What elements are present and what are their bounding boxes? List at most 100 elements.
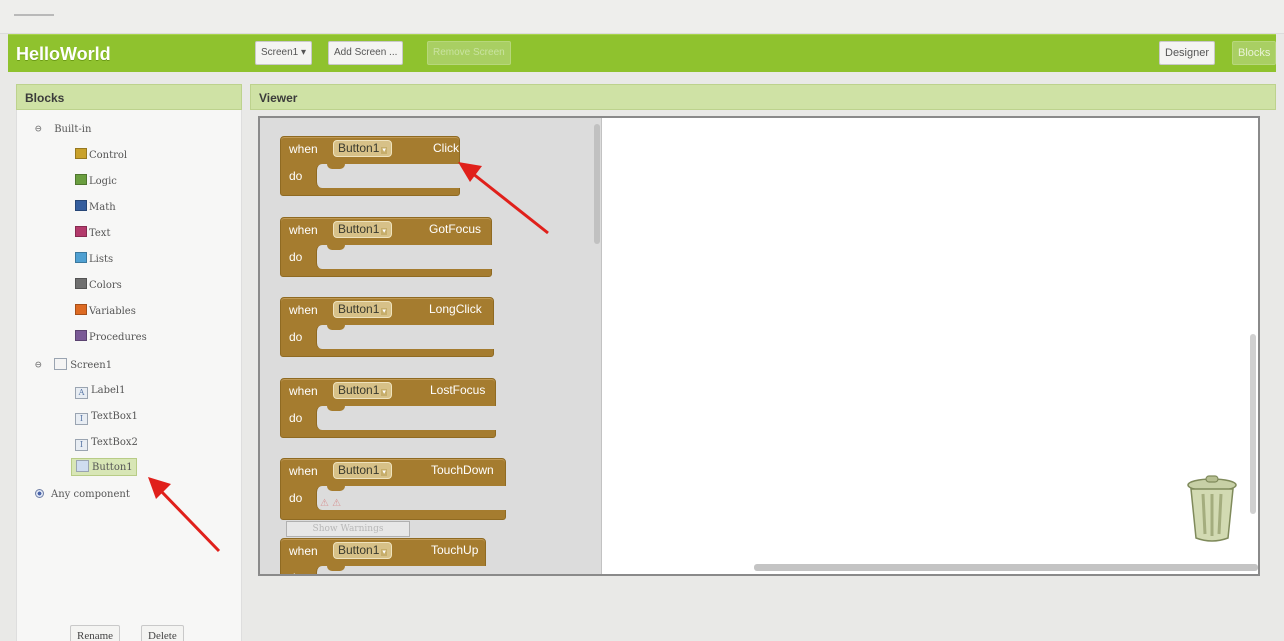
when-keyword: when [289, 544, 318, 558]
delete-button[interactable]: Delete [141, 625, 184, 641]
dropdown-arrow-icon: ▾ [381, 147, 387, 154]
designer-button[interactable]: Designer [1159, 41, 1216, 65]
component-dropdown[interactable]: Button1 ▾ [333, 382, 392, 399]
event-name: Click [433, 141, 459, 155]
collapse-icon[interactable]: ⊖ [35, 356, 45, 374]
event-name: TouchDown [431, 463, 494, 477]
do-keyword: do [289, 571, 302, 574]
control-color-icon [75, 148, 87, 159]
any-component-label: Any component [51, 489, 130, 500]
drawer-label: Text [89, 228, 111, 239]
drawer-variables[interactable]: Variables [75, 303, 136, 321]
project-title: HelloWorld [16, 44, 111, 64]
when-keyword: when [289, 142, 318, 156]
textbox-component-icon: I [75, 439, 88, 451]
component-dropdown[interactable]: Button1 ▾ [333, 542, 392, 559]
trash-can-icon[interactable] [1184, 474, 1240, 544]
radio-icon [35, 489, 44, 498]
dropdown-value: Button1 [338, 383, 380, 397]
dropdown-arrow-icon: ▾ [381, 549, 387, 556]
when-keyword: when [289, 303, 318, 317]
button-component-icon [76, 460, 89, 472]
statement-slot[interactable] [316, 164, 460, 188]
math-color-icon [75, 200, 87, 211]
when-keyword: when [289, 464, 318, 478]
workspace-vertical-scrollbar[interactable] [1250, 334, 1256, 514]
component-name: TextBox1 [91, 411, 138, 422]
dropdown-value: Button1 [338, 463, 380, 477]
tree-builtin[interactable]: ⊖ Built-in [35, 120, 91, 138]
drawer-lists[interactable]: Lists [75, 251, 113, 269]
drawer-label: Logic [89, 176, 117, 187]
workspace-horizontal-scrollbar[interactable] [754, 564, 1258, 571]
statement-slot[interactable] [316, 486, 506, 510]
event-block-touchdown[interactable]: when Button1 ▾ TouchDown do [280, 458, 506, 520]
do-keyword: do [289, 330, 303, 344]
dropdown-arrow-icon: ▾ [381, 469, 387, 476]
do-keyword: do [289, 169, 303, 183]
event-block-lostfocus[interactable]: when Button1 ▾ LostFocus do [280, 378, 496, 438]
event-block-touchup[interactable]: when Button1▾ TouchUp do [280, 538, 486, 574]
browser-top-strip [0, 0, 1284, 34]
component-label1[interactable]: A Label1 [75, 382, 125, 400]
dropdown-arrow-icon: ▾ [381, 228, 387, 235]
procedures-color-icon [75, 330, 87, 341]
top-strip-mark [14, 14, 54, 16]
flyout-scrollbar[interactable] [594, 124, 600, 244]
remove-screen-button[interactable]: Remove Screen [427, 41, 511, 65]
event-block-gotfocus[interactable]: when Button1 ▾ GotFocus do [280, 217, 492, 277]
component-name: Button1 [92, 462, 133, 473]
statement-slot[interactable] [316, 566, 486, 574]
drawer-label: Lists [89, 254, 114, 265]
viewer-panel-header: Viewer [250, 84, 1276, 110]
drawer-control[interactable]: Control [75, 147, 127, 165]
add-screen-button[interactable]: Add Screen ... [328, 41, 404, 65]
rename-button[interactable]: Rename [70, 625, 121, 641]
component-button1[interactable]: Button1 [71, 458, 137, 476]
drawer-math[interactable]: Math [75, 199, 116, 217]
when-keyword: when [289, 384, 318, 398]
blocks-flyout[interactable]: when Button1 ▾ Click do when Button1 ▾ Got… [260, 118, 602, 574]
dropdown-value: Button1 [338, 222, 380, 236]
lists-color-icon [75, 252, 87, 263]
drawer-label: Variables [89, 306, 136, 317]
colors-color-icon [75, 278, 87, 289]
drawer-label: Colors [89, 280, 122, 291]
event-name: LostFocus [430, 383, 486, 397]
drawer-text[interactable]: Text [75, 225, 110, 243]
component-dropdown[interactable]: Button1 ▾ [333, 462, 392, 479]
any-component-item[interactable]: Any component [35, 486, 130, 504]
blocks-panel-header: Blocks [16, 84, 242, 110]
component-textbox2[interactable]: I TextBox2 [75, 434, 138, 452]
event-block-longclick[interactable]: when Button1 ▾ LongClick do [280, 297, 494, 357]
drawer-procedures[interactable]: Procedures [75, 329, 147, 347]
event-name: GotFocus [429, 222, 482, 236]
drawer-colors[interactable]: Colors [75, 277, 122, 295]
statement-slot[interactable] [316, 245, 492, 269]
component-dropdown[interactable]: Button1 ▾ [333, 301, 392, 318]
drawer-label: Procedures [89, 332, 147, 343]
tree-builtin-label: Built-in [54, 124, 92, 135]
blocks-tree-panel: ⊖ Built-in Control Logic Math Text Lists… [16, 110, 242, 641]
blocks-button[interactable]: Blocks [1232, 41, 1277, 65]
screen-selector-button[interactable]: Screen1 ▾ [255, 41, 313, 65]
drawer-logic[interactable]: Logic [75, 173, 117, 191]
label-component-icon: A [75, 387, 88, 399]
statement-slot[interactable] [316, 406, 496, 430]
dropdown-arrow-icon: ▾ [381, 389, 387, 396]
when-keyword: when [289, 223, 318, 237]
dropdown-arrow-icon: ▾ [381, 308, 387, 315]
dropdown-value: Button1 [338, 141, 380, 155]
variables-color-icon [75, 304, 87, 315]
blocks-workspace[interactable]: when Button1 ▾ Click do when Button1 ▾ Got… [258, 116, 1260, 576]
component-dropdown[interactable]: Button1 ▾ [333, 221, 392, 238]
show-warnings-button[interactable]: Show Warnings [286, 521, 410, 537]
collapse-icon[interactable]: ⊖ [35, 120, 45, 138]
app-header: HelloWorld Screen1 ▾ Add Screen ... Remo… [8, 34, 1277, 72]
drawer-label: Control [89, 150, 128, 161]
component-textbox1[interactable]: I TextBox1 [75, 408, 138, 426]
tree-screen1[interactable]: ⊖ Screen1 [35, 356, 112, 374]
event-block-click[interactable]: when Button1 ▾ Click do [280, 136, 460, 196]
component-dropdown[interactable]: Button1 ▾ [333, 140, 392, 157]
statement-slot[interactable] [316, 325, 494, 349]
